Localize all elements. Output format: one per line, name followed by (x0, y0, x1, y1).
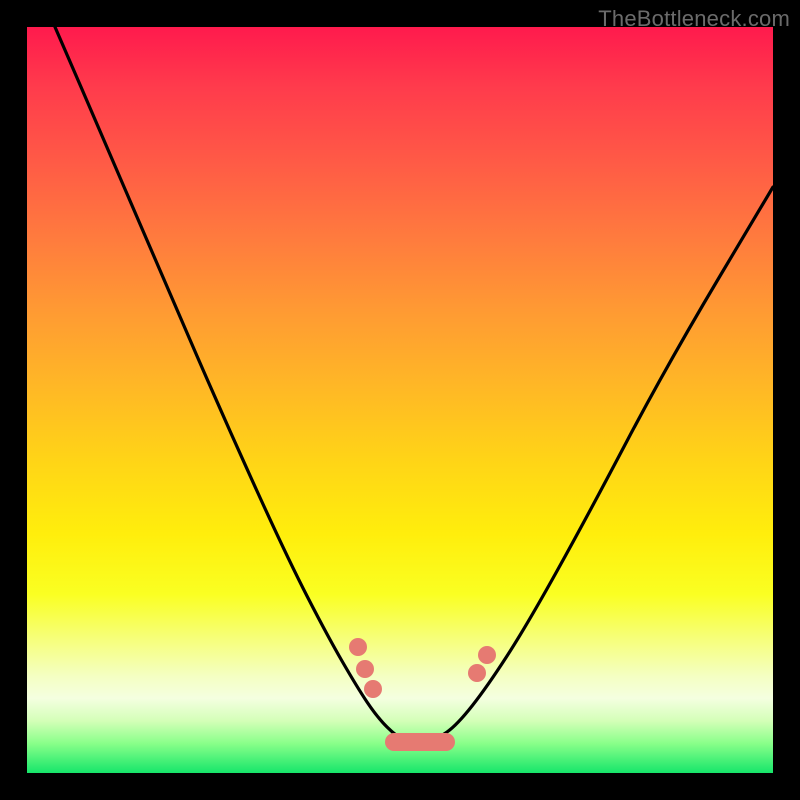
curve-svg (27, 27, 773, 773)
bead-right-0 (468, 664, 486, 682)
chart-frame: TheBottleneck.com (0, 0, 800, 800)
bead-right-1 (478, 646, 496, 664)
watermark-text: TheBottleneck.com (598, 6, 790, 32)
trough-bar (385, 733, 455, 751)
curve-markers (349, 638, 496, 751)
bead-left-2 (364, 680, 382, 698)
bottleneck-curve (55, 27, 773, 745)
bead-left-0 (349, 638, 367, 656)
bead-left-1 (356, 660, 374, 678)
plot-area (27, 27, 773, 773)
